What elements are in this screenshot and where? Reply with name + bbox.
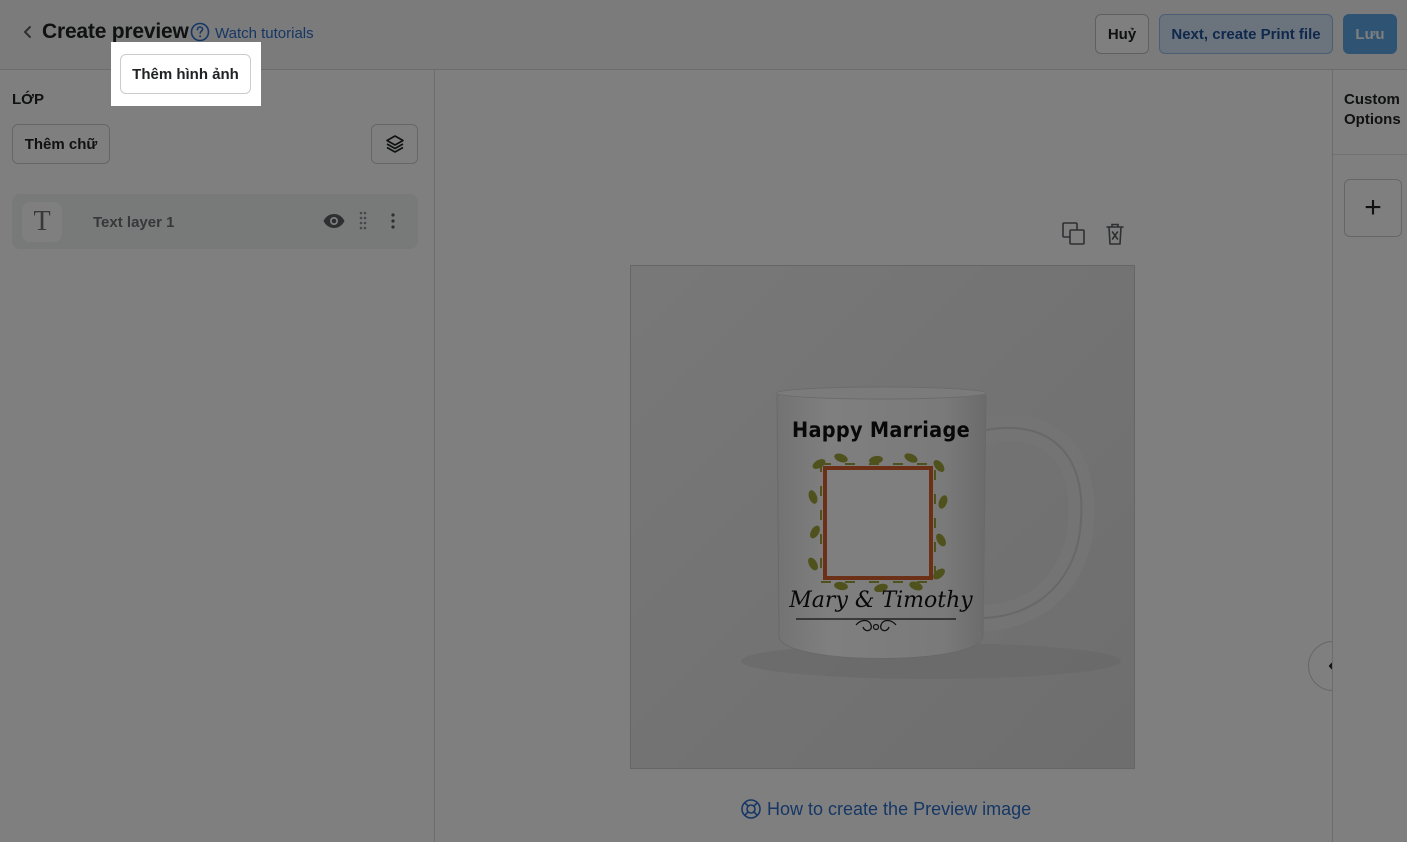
cancel-button[interactable]: Huỷ [1095,14,1149,54]
chevron-left-icon [24,26,31,38]
preview-help-link[interactable]: How to create the Preview image [740,798,1031,820]
delete-icon[interactable] [1102,221,1128,247]
add-image-button[interactable]: Thêm hình ảnh [120,54,251,94]
layers-icon [385,135,404,153]
save-button[interactable]: Lưu [1343,14,1397,54]
drag-handle-icon[interactable] [357,210,369,232]
page-title: Create preview [42,20,189,43]
divider [1333,154,1407,155]
add-text-button[interactable]: Thêm chữ [12,124,110,164]
custom-options-label: Custom Options [1344,91,1401,128]
mug-heading-text: Happy Marriage [792,418,970,442]
text-type-icon: T [22,202,62,242]
next-create-print-file-button[interactable]: Next, create Print file [1159,14,1333,54]
watch-tutorials-link[interactable]: Watch tutorials [215,25,314,42]
preview-workspace: Happy Marriage Mary & Timothy How to cre… [435,70,1358,842]
leaf-frame-graphic [808,453,948,592]
preview-canvas[interactable]: Happy Marriage Mary & Timothy [630,265,1135,769]
lifebuoy-icon [741,799,761,819]
more-vertical-icon[interactable] [387,210,399,232]
spotlight-area: Thêm hình ảnh [111,42,261,106]
layers-title: LỚP [12,91,44,108]
back-button[interactable] [18,22,38,42]
preview-help-text: How to create the Preview image [767,798,1032,819]
eye-icon[interactable] [322,209,346,233]
duplicate-icon[interactable] [1061,221,1087,247]
add-option-button[interactable]: + [1344,179,1402,237]
custom-options-panel: Custom Options + [1332,70,1407,842]
question-circle-icon[interactable] [190,22,210,42]
layer-name: Text layer 1 [93,214,175,231]
flourish-ornament [796,618,956,632]
mug-names-text: Mary & Timothy [789,588,973,613]
layers-toggle-button[interactable] [371,124,418,164]
layers-panel: LỚP Thêm chữ T Text layer 1 [0,70,435,842]
layer-row[interactable]: T Text layer 1 [12,194,418,249]
